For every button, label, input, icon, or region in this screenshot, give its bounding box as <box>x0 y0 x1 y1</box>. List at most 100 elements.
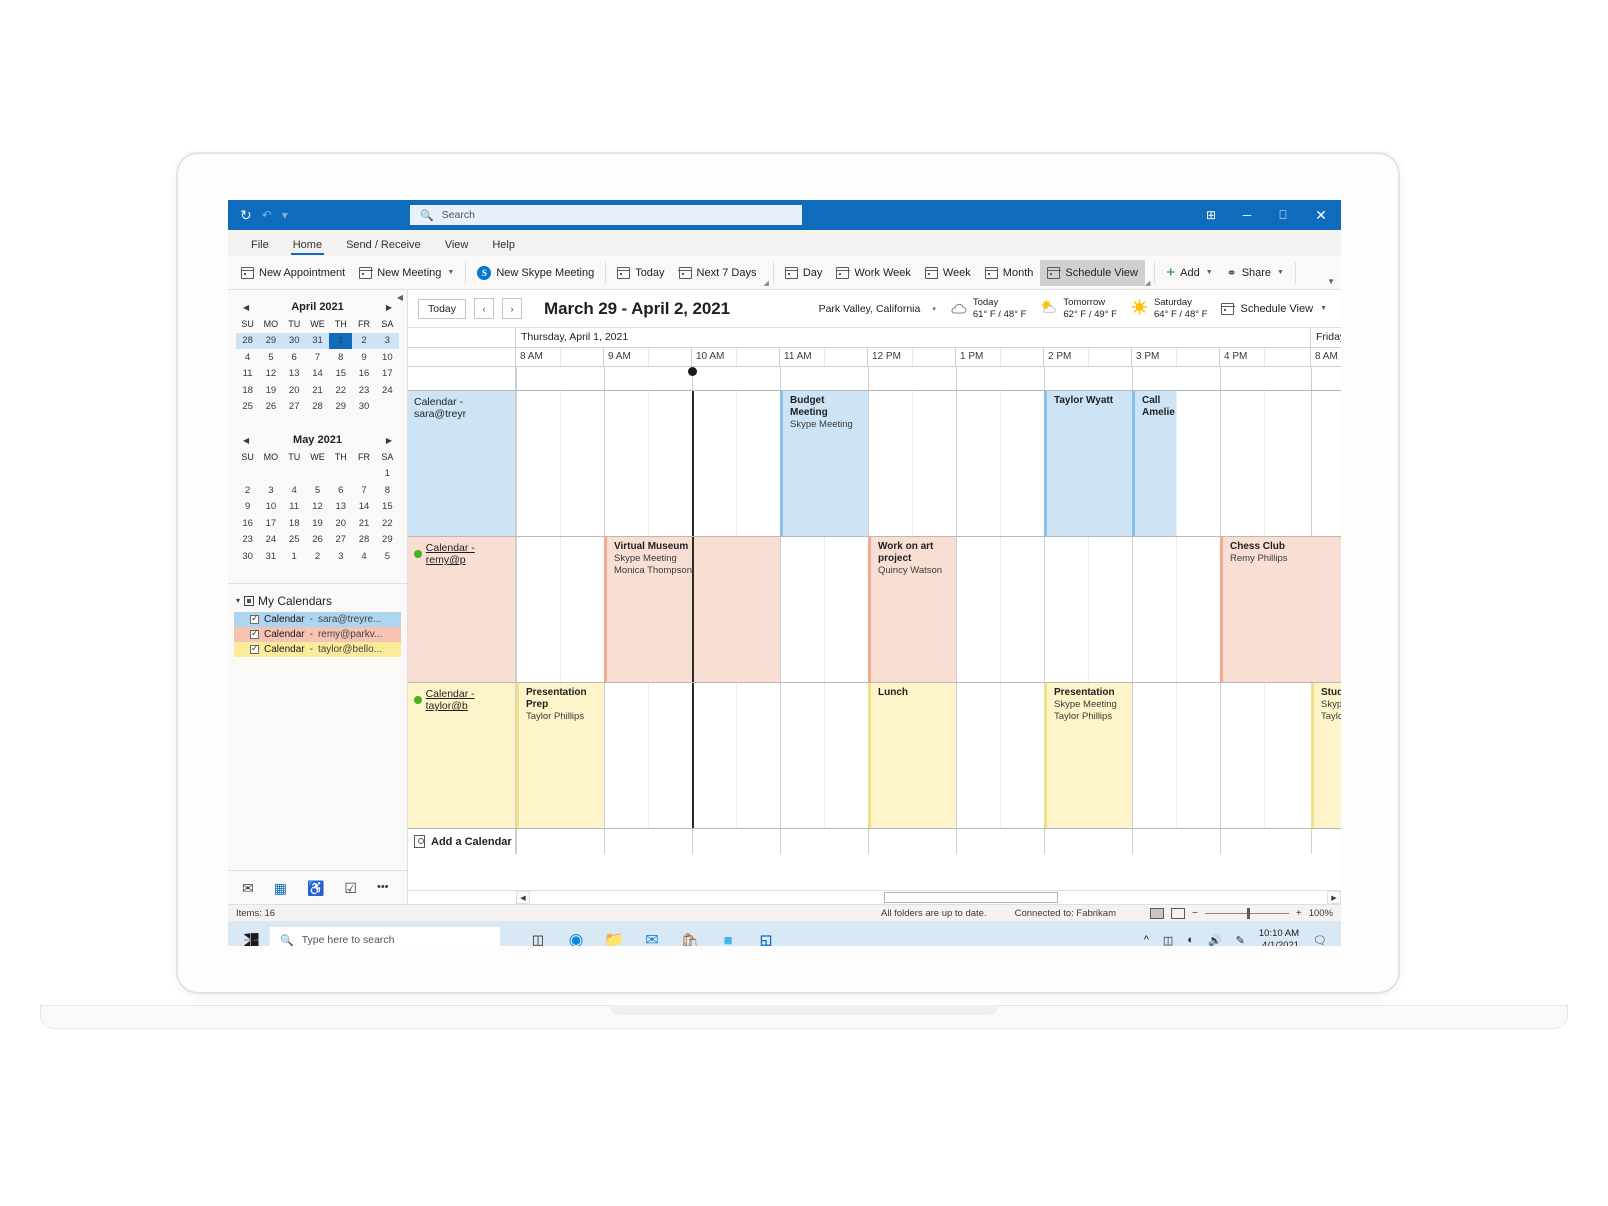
day-cell[interactable]: 21 <box>352 515 375 532</box>
day-cell[interactable]: 4 <box>236 349 259 366</box>
day-cell[interactable]: 29 <box>259 332 283 349</box>
day-cell[interactable]: 5 <box>259 349 282 366</box>
minimize-button[interactable]: ─ <box>1229 200 1265 230</box>
scroll-right-arrow-icon[interactable]: ▶ <box>1327 891 1341 904</box>
undo-icon[interactable]: ↶ <box>262 209 272 221</box>
search-input[interactable]: 🔍 Search <box>410 205 802 225</box>
chevron-down-icon[interactable]: ▼ <box>1277 269 1284 276</box>
calendar-checkbox[interactable] <box>250 628 259 639</box>
calendar-list-item-remy[interactable]: Calendar - remy@parkv... <box>234 626 401 642</box>
calendar-list-item-sara[interactable]: Calendar - sara@treyre... <box>234 611 401 627</box>
arrange-dialog-launcher[interactable]: ◢ <box>1145 279 1150 287</box>
tab-file[interactable]: File <box>240 236 280 255</box>
day-cell[interactable]: 18 <box>283 515 306 532</box>
new-skype-meeting-button[interactable]: S New Skype Meeting <box>470 260 601 286</box>
add-calendar-button[interactable]: Add a Calendar <box>408 829 516 854</box>
next-7-days-button[interactable]: Next 7 Days <box>672 260 764 286</box>
restore-button[interactable]: ⎕ <box>1265 200 1301 230</box>
outlook-icon[interactable]: ◱ <box>753 925 779 946</box>
show-hidden-icons-icon[interactable]: ^ <box>1144 934 1149 946</box>
day-cell[interactable]: 9 <box>352 349 375 366</box>
calendar-list-item-taylor[interactable]: Calendar - taylor@bello... <box>234 641 401 657</box>
day-cell[interactable]: 10 <box>376 349 399 366</box>
my-calendars-header[interactable]: ▾ My Calendars <box>228 592 407 612</box>
tab-send-receive[interactable]: Send / Receive <box>335 236 432 255</box>
day-cell[interactable]: 26 <box>259 399 282 416</box>
appointment-work-on-art-project[interactable]: Work on art project Quincy Watson <box>868 537 956 682</box>
row-label-sara[interactable]: Calendar - sara@treyr <box>408 391 516 537</box>
day-cell[interactable] <box>259 466 282 483</box>
work-week-view-button[interactable]: Work Week <box>829 260 917 286</box>
day-cell[interactable]: 10 <box>259 499 282 516</box>
day-cell[interactable]: 23 <box>352 382 375 399</box>
day-cell[interactable]: 3 <box>375 332 399 349</box>
edge-icon[interactable]: ◉ <box>566 930 586 946</box>
day-cell[interactable]: 2 <box>236 482 259 499</box>
windows-start-icon[interactable] <box>236 933 266 946</box>
people-icon[interactable]: ♿ <box>307 881 324 895</box>
calendar-checkbox[interactable] <box>250 613 259 624</box>
hscroll-thumb[interactable] <box>884 892 1058 903</box>
day-cell[interactable]: 3 <box>259 482 282 499</box>
day-cell[interactable]: 6 <box>283 349 306 366</box>
row-label-remy[interactable]: Calendar - remy@p <box>408 537 516 683</box>
appointment-budget-meeting[interactable]: Budget Meeting Skype Meeting <box>780 391 868 536</box>
day-cell[interactable]: 27 <box>329 532 352 549</box>
day-view-button[interactable]: Day <box>778 260 830 286</box>
pen-icon[interactable]: ✎ <box>1236 934 1245 947</box>
chevron-down-icon[interactable]: ▼ <box>447 269 454 276</box>
day-cell[interactable]: 15 <box>376 499 399 516</box>
day-cell[interactable] <box>283 466 306 483</box>
day-cell[interactable]: 9 <box>236 499 259 516</box>
day-cell[interactable]: 4 <box>283 482 306 499</box>
day-cell[interactable]: 19 <box>306 515 329 532</box>
appointment-study-next-day[interactable]: Stud Skyp Taylo <box>1311 683 1341 828</box>
day-cell[interactable]: 6 <box>329 482 352 499</box>
day-cell[interactable]: 12 <box>259 366 282 383</box>
new-appointment-button[interactable]: New Appointment <box>234 260 352 286</box>
day-cell[interactable]: 8 <box>376 482 399 499</box>
day-cell[interactable]: 31 <box>259 548 282 565</box>
day-cell[interactable]: 21 <box>306 382 329 399</box>
row-label-taylor[interactable]: Calendar - taylor@b <box>408 683 516 829</box>
day-cell[interactable]: 18 <box>236 382 259 399</box>
taskbar-search-input[interactable]: 🔍 Type here to search <box>270 927 500 946</box>
day-cell[interactable]: 14 <box>306 366 329 383</box>
reading-view-icon[interactable] <box>1171 907 1185 919</box>
day-cell[interactable]: 7 <box>352 482 375 499</box>
day-cell[interactable]: 4 <box>352 548 375 565</box>
chevron-down-icon[interactable]: ▼ <box>1320 305 1327 312</box>
zoom-level-label[interactable]: 100% <box>1309 908 1333 919</box>
appointment-taylor-wyatt[interactable]: Taylor Wyatt <box>1044 391 1132 536</box>
add-calendar-button[interactable]: + Add ▼ <box>1159 260 1219 286</box>
day-cell[interactable]: 24 <box>259 532 282 549</box>
weather-day-tomorrow[interactable]: Tomorrow 62° F / 49° F <box>1040 297 1117 321</box>
horizontal-scrollbar[interactable]: ◀ ▶ <box>408 890 1341 904</box>
month-view-button[interactable]: Month <box>978 260 1041 286</box>
store-icon[interactable]: 🛍 <box>680 930 700 947</box>
day-cell[interactable]: 16 <box>236 515 259 532</box>
week-view-button[interactable]: Week <box>918 260 978 286</box>
next-month-icon[interactable]: ▶ <box>383 436 395 445</box>
previous-period-button[interactable]: ‹ <box>474 298 495 319</box>
day-cell[interactable]: 15 <box>329 366 352 383</box>
day-cell[interactable]: 5 <box>376 548 399 565</box>
chevron-down-icon[interactable]: ▾ <box>236 596 240 605</box>
day-cell[interactable] <box>376 399 399 416</box>
appointment-presentation[interactable]: Presentation Skype Meeting Taylor Philli… <box>1044 683 1132 828</box>
prev-month-icon[interactable]: ◀ <box>240 303 252 312</box>
appointment-chess-club[interactable]: Chess Club Remy Phillips <box>1220 537 1341 682</box>
network-icon[interactable]: ◐ <box>1187 934 1194 946</box>
day-cell[interactable]: 30 <box>282 332 306 349</box>
next-month-icon[interactable]: ▶ <box>383 303 395 312</box>
appointment-presentation-prep[interactable]: Presentation Prep Taylor Phillips <box>516 683 604 828</box>
day-cell[interactable]: 30 <box>352 399 375 416</box>
day-cell[interactable]: 22 <box>376 515 399 532</box>
weather-day-saturday[interactable]: Saturday 64° F / 48° F <box>1131 297 1207 321</box>
battery-icon[interactable]: ◫ <box>1163 934 1173 947</box>
day-cell[interactable]: 16 <box>352 366 375 383</box>
prev-month-icon[interactable]: ◀ <box>240 436 252 445</box>
day-cell-today[interactable]: 1 <box>329 332 353 349</box>
day-cell[interactable]: 20 <box>329 515 352 532</box>
day-cell[interactable]: 13 <box>329 499 352 516</box>
